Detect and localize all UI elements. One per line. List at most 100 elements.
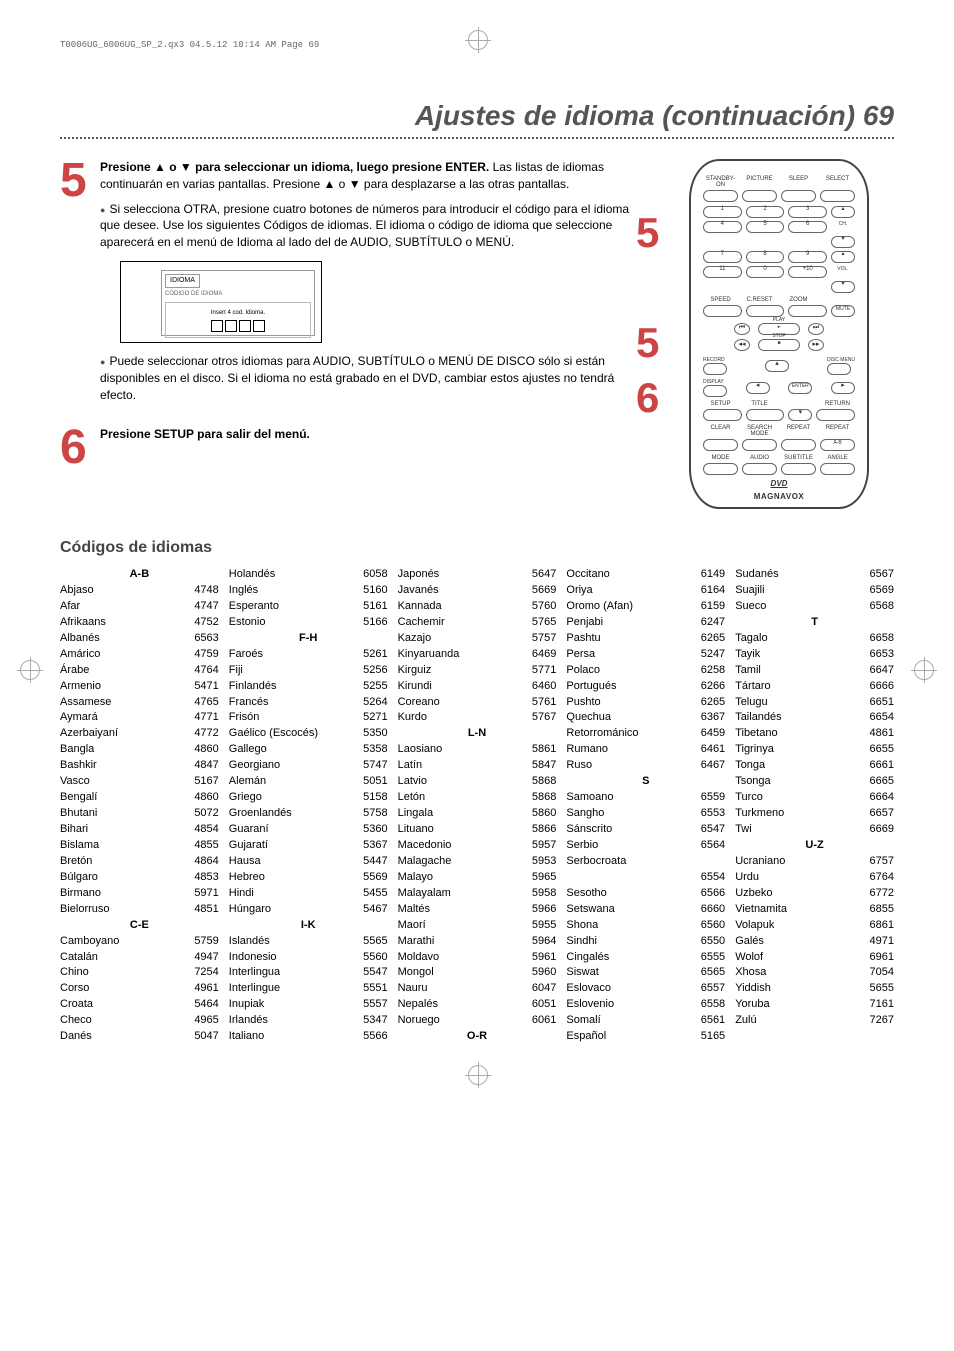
code-row: Francés5264	[229, 695, 388, 711]
code-lang: Interlingue	[229, 981, 357, 997]
code-lang: Bashkir	[60, 758, 188, 774]
code-lang: Kirundi	[398, 679, 526, 695]
code-num: 5761	[526, 695, 556, 711]
code-lang: Javanés	[398, 583, 526, 599]
osd-insert-text: Insert 4 cod. Idioma.	[168, 309, 308, 317]
code-row: Catalán4947	[60, 950, 219, 966]
code-lang: Aymará	[60, 710, 188, 726]
code-row: Fiji5256	[229, 663, 388, 679]
code-num: 5958	[526, 886, 556, 902]
code-num: 6961	[864, 950, 894, 966]
step-5-body: Presione ▲ o ▼ para seleccionar un idiom…	[100, 159, 644, 411]
code-num: 5866	[526, 822, 556, 838]
code-num: 5447	[357, 854, 387, 870]
code-row: Laosiano5861	[398, 742, 557, 758]
remote-btn-up: ▴	[765, 360, 789, 372]
code-lang: Coreano	[398, 695, 526, 711]
code-row: Coreano5761	[398, 695, 557, 711]
code-num: 5471	[188, 679, 218, 695]
code-lang: Gallego	[229, 742, 357, 758]
code-lang: Galés	[735, 934, 863, 950]
code-num: 5758	[357, 806, 387, 822]
code-row: Checo4965	[60, 1013, 219, 1029]
code-row: Bengalí4860	[60, 790, 219, 806]
code-lang: Bielorruso	[60, 902, 188, 918]
code-group-head: C-E	[60, 918, 219, 934]
code-row: Ruso6467	[566, 758, 725, 774]
code-row: Esperanto5161	[229, 599, 388, 615]
code-lang: Sindhi	[566, 934, 694, 950]
callout-5a: 5	[636, 209, 659, 257]
code-row: Zulú7267	[735, 1013, 894, 1029]
code-row: Tamil6647	[735, 663, 894, 679]
code-num: 6258	[695, 663, 725, 679]
code-lang: Groenlandés	[229, 806, 357, 822]
code-num: 6568	[864, 599, 894, 615]
code-group-head: O-R	[398, 1029, 557, 1045]
code-num: 6665	[864, 774, 894, 790]
osd-idioma-label: IDIOMA	[165, 274, 200, 288]
code-row: Inupiak5557	[229, 997, 388, 1013]
code-row: Kirundi6460	[398, 679, 557, 695]
code-lang: Laosiano	[398, 742, 526, 758]
code-row: Sudanés6567	[735, 567, 894, 583]
code-row: Uzbeko6772	[735, 886, 894, 902]
code-num: 6565	[695, 965, 725, 981]
step6-text: Presione SETUP para salir del menú.	[100, 427, 310, 441]
step-number-5: 5	[60, 159, 90, 411]
code-row: Penjabi6247	[566, 615, 725, 631]
code-num: 6547	[695, 822, 725, 838]
code-lang: Nepalés	[398, 997, 526, 1013]
code-num: 5747	[357, 758, 387, 774]
code-row: Groenlandés5758	[229, 806, 388, 822]
code-lang: Japonés	[398, 567, 526, 583]
code-row: Cachemir5765	[398, 615, 557, 631]
code-num: 6647	[864, 663, 894, 679]
code-num: 4860	[188, 742, 218, 758]
code-num: 5247	[695, 647, 725, 663]
code-num: 7054	[864, 965, 894, 981]
code-num: 5358	[357, 742, 387, 758]
code-row: Indonesio5560	[229, 950, 388, 966]
remote-btn-11: 11	[703, 266, 742, 278]
code-row: Serbio6564	[566, 838, 725, 854]
code-num: 6149	[695, 567, 725, 583]
remote-btn-disc-menu	[827, 363, 851, 375]
code-group-head: S	[566, 774, 725, 790]
code-row: Retorrománico6459	[566, 726, 725, 742]
code-lang: Pushto	[566, 695, 694, 711]
code-lang: Xhosa	[735, 965, 863, 981]
code-lang: Malayalam	[398, 886, 526, 902]
remote-btn-ab: A-B	[820, 439, 855, 451]
code-lang: Estonio	[229, 615, 357, 631]
code-lang: Eslovaco	[566, 981, 694, 997]
code-num: 6653	[864, 647, 894, 663]
code-num: 6559	[695, 790, 725, 806]
code-row: Bhutani5072	[60, 806, 219, 822]
code-lang: Kurdo	[398, 710, 526, 726]
step-6-body: Presione SETUP para salir del menú.	[100, 426, 644, 469]
remote-btn-right: ▸	[831, 382, 855, 394]
code-num: 6855	[864, 902, 894, 918]
code-row: Maorí5955	[398, 918, 557, 934]
remote-btn-ch-down: ▾	[831, 236, 855, 248]
code-lang: Mongol	[398, 965, 526, 981]
code-lang: Catalán	[60, 950, 188, 966]
code-num: 6460	[526, 679, 556, 695]
step5-text-c: para seleccionar un idioma, luego presio…	[192, 160, 489, 174]
code-row: Urdu6764	[735, 870, 894, 886]
code-row: Búlgaro4853	[60, 870, 219, 886]
code-lang: Gaélico (Escocés)	[229, 726, 357, 742]
code-row: Afar4747	[60, 599, 219, 615]
step5-bullet1-text: Si selecciona OTRA, presione cuatro boto…	[100, 202, 629, 250]
code-num: 6660	[695, 902, 725, 918]
code-group-head: L-N	[398, 726, 557, 742]
code-lang: Islandés	[229, 934, 357, 950]
remote-btn-4: 4	[703, 221, 742, 233]
code-row: Mongol5960	[398, 965, 557, 981]
code-num: 4747	[188, 599, 218, 615]
code-num: 4752	[188, 615, 218, 631]
code-lang: Fiji	[229, 663, 357, 679]
code-lang: Albanés	[60, 631, 188, 647]
code-row: Sánscrito6547	[566, 822, 725, 838]
